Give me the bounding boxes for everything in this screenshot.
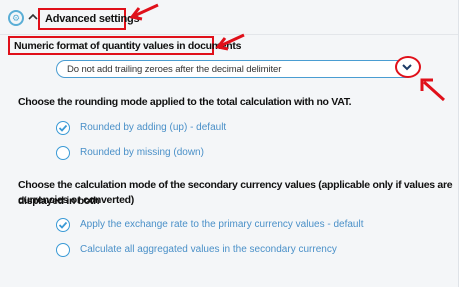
- chevron-down-icon[interactable]: [397, 59, 417, 75]
- radio-unchecked[interactable]: [56, 243, 70, 257]
- numeric-format-select[interactable]: Do not add trailing zeroes after the dec…: [56, 60, 414, 78]
- numeric-format-selected-value: Do not add trailing zeroes after the dec…: [67, 64, 282, 75]
- annotation-arrow-icon: [420, 78, 446, 102]
- annotation-arrow-icon: [215, 33, 245, 51]
- advanced-settings-label[interactable]: Advanced settings: [45, 13, 140, 25]
- settings-gear-icon: ⚙: [8, 10, 24, 26]
- numeric-format-highlight: Numeric format of quantity values in doc…: [8, 36, 241, 55]
- radio-checked[interactable]: [56, 121, 70, 135]
- currency-option-aggregated-label[interactable]: Calculate all aggregated values in the s…: [80, 244, 337, 255]
- annotation-arrow-icon: [129, 3, 159, 21]
- checkmark-icon: [58, 124, 68, 132]
- advanced-settings-highlight: Advanced settings: [38, 8, 140, 30]
- rounding-option-down-label[interactable]: Rounded by missing (down): [80, 147, 204, 158]
- dropdown-toggle-highlight[interactable]: [395, 56, 421, 78]
- checkmark-icon: [58, 221, 68, 229]
- numeric-format-label: Numeric format of quantity values in doc…: [14, 40, 242, 52]
- advanced-settings-header[interactable]: ⚙ Advanced settings: [0, 0, 458, 35]
- currency-option-exchange-rate-label[interactable]: Apply the exchange rate to the primary c…: [80, 219, 363, 230]
- radio-checked[interactable]: [56, 218, 70, 232]
- rounding-option-up-label[interactable]: Rounded by adding (up) - default: [80, 122, 226, 133]
- radio-unchecked[interactable]: [56, 146, 70, 160]
- chevron-up-icon[interactable]: [28, 13, 38, 21]
- secondary-currency-title-line2: currencies or converted): [18, 194, 134, 206]
- rounding-mode-title: Choose the rounding mode applied to the …: [18, 96, 352, 108]
